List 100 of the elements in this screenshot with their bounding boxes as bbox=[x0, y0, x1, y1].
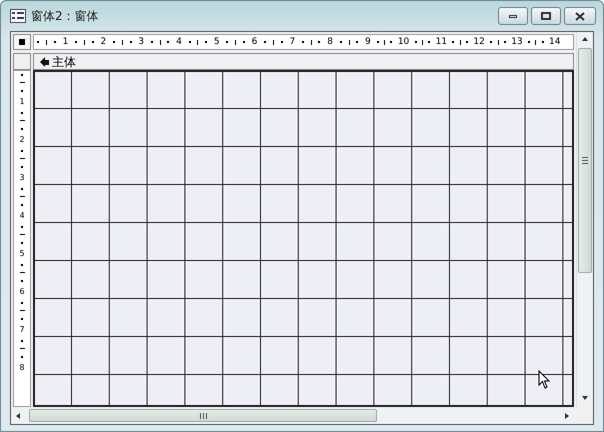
ruler-tick bbox=[21, 280, 23, 282]
ruler-tick bbox=[428, 41, 430, 43]
ruler-tick bbox=[20, 120, 24, 122]
ruler-tick bbox=[21, 226, 23, 228]
select-form-box[interactable] bbox=[13, 34, 31, 50]
ruler-tick bbox=[356, 41, 358, 43]
ruler-tick bbox=[414, 41, 417, 43]
ruler-tick bbox=[112, 41, 115, 43]
ruler-number: 11 bbox=[436, 38, 448, 46]
ruler-number: 5 bbox=[19, 250, 25, 258]
ruler-tick bbox=[54, 41, 56, 43]
ruler-tick bbox=[21, 90, 23, 92]
ruler-tick bbox=[21, 150, 23, 152]
ruler-number: 1 bbox=[19, 98, 25, 106]
ruler-tick bbox=[452, 41, 454, 43]
ruler-number: 3 bbox=[19, 174, 25, 182]
close-icon bbox=[575, 12, 585, 20]
ruler-tick bbox=[20, 158, 24, 160]
ruler-tick bbox=[21, 356, 23, 358]
maximize-button[interactable] bbox=[531, 7, 561, 25]
ruler-tick bbox=[264, 41, 266, 43]
ruler-tick bbox=[20, 234, 24, 236]
ruler-tick bbox=[302, 41, 304, 43]
ruler-tick bbox=[498, 40, 499, 44]
ruler-number: 10 bbox=[398, 38, 410, 46]
ruler-tick bbox=[21, 264, 23, 266]
ruler-number: 6 bbox=[19, 288, 25, 296]
ruler-tick bbox=[235, 40, 236, 44]
vertical-scrollbar[interactable] bbox=[576, 32, 593, 407]
ruler-tick bbox=[528, 41, 530, 43]
ruler-tick bbox=[21, 340, 23, 342]
form-icon bbox=[10, 9, 26, 23]
ruler-tick bbox=[130, 41, 132, 43]
ruler-tick bbox=[542, 41, 544, 43]
ruler-number: 5 bbox=[214, 38, 220, 46]
ruler-tick bbox=[20, 310, 24, 312]
ruler-tick bbox=[390, 41, 392, 43]
ruler-tick bbox=[21, 204, 23, 206]
ruler-tick bbox=[535, 40, 536, 44]
ruler-tick bbox=[20, 196, 24, 198]
ruler-tick bbox=[21, 188, 23, 190]
ruler-number: 9 bbox=[365, 38, 371, 46]
ruler-tick bbox=[37, 41, 40, 43]
ruler-tick bbox=[46, 40, 48, 44]
scrollbar-thumb[interactable] bbox=[578, 48, 592, 273]
ruler-tick bbox=[310, 40, 312, 44]
ruler-tick bbox=[340, 41, 342, 43]
section-label: 主体 bbox=[52, 56, 76, 68]
ruler-tick bbox=[490, 41, 492, 43]
ruler-number: 3 bbox=[138, 38, 144, 46]
ruler-number: 8 bbox=[327, 38, 333, 46]
ruler-tick bbox=[188, 41, 191, 43]
ruler-tick bbox=[21, 318, 23, 320]
ruler-tick bbox=[20, 82, 24, 84]
ruler-number: 8 bbox=[19, 364, 25, 372]
ruler-tick bbox=[226, 41, 228, 43]
ruler-tick bbox=[21, 74, 23, 76]
ruler-tick bbox=[21, 128, 23, 130]
ruler-tick bbox=[84, 40, 85, 44]
ruler-tick bbox=[20, 272, 24, 274]
ruler-tick bbox=[422, 40, 423, 44]
ruler-tick bbox=[205, 41, 208, 43]
ruler-tick bbox=[197, 40, 198, 44]
ruler-tick bbox=[167, 41, 170, 43]
ruler-tick bbox=[376, 41, 379, 43]
ruler-tick bbox=[150, 41, 153, 43]
ruler-tick bbox=[384, 40, 386, 44]
ruler-tick bbox=[160, 40, 161, 44]
ruler-number: 13 bbox=[511, 38, 523, 46]
ruler-tick bbox=[348, 40, 350, 44]
ruler-tick bbox=[272, 40, 274, 44]
close-button[interactable] bbox=[564, 7, 596, 25]
window-title: 窗体2 : 窗体 bbox=[31, 8, 98, 25]
ruler-number: 14 bbox=[549, 38, 560, 46]
ruler-tick bbox=[466, 41, 468, 43]
ruler-tick bbox=[21, 112, 23, 114]
ruler-tick bbox=[21, 302, 23, 304]
scroll-up-icon[interactable] bbox=[581, 36, 589, 44]
ruler-number: 7 bbox=[19, 326, 25, 334]
ruler-number: 4 bbox=[176, 38, 182, 46]
ruler-number: 2 bbox=[19, 136, 25, 144]
ruler-tick bbox=[504, 41, 506, 43]
ruler-tick bbox=[318, 41, 320, 43]
ruler-number: 4 bbox=[19, 212, 25, 220]
scrollbar-thumb[interactable] bbox=[29, 409, 377, 422]
ruler-number: 12 bbox=[473, 38, 485, 46]
ruler-tick bbox=[21, 242, 23, 244]
minimize-button[interactable] bbox=[498, 7, 528, 25]
ruler-tick bbox=[75, 41, 78, 43]
scroll-left-icon[interactable] bbox=[15, 412, 23, 420]
section-arrow-icon bbox=[39, 56, 49, 66]
horizontal-scrollbar[interactable] bbox=[11, 407, 576, 424]
ruler-tick bbox=[242, 41, 245, 43]
ruler-tick bbox=[92, 41, 94, 43]
ruler-tick bbox=[122, 40, 123, 44]
section-header[interactable]: 主体 bbox=[33, 53, 574, 70]
mouse-cursor-icon bbox=[538, 370, 551, 390]
ruler-tick bbox=[460, 40, 461, 44]
ruler-tick bbox=[280, 41, 283, 43]
ruler-number: 6 bbox=[252, 38, 258, 46]
